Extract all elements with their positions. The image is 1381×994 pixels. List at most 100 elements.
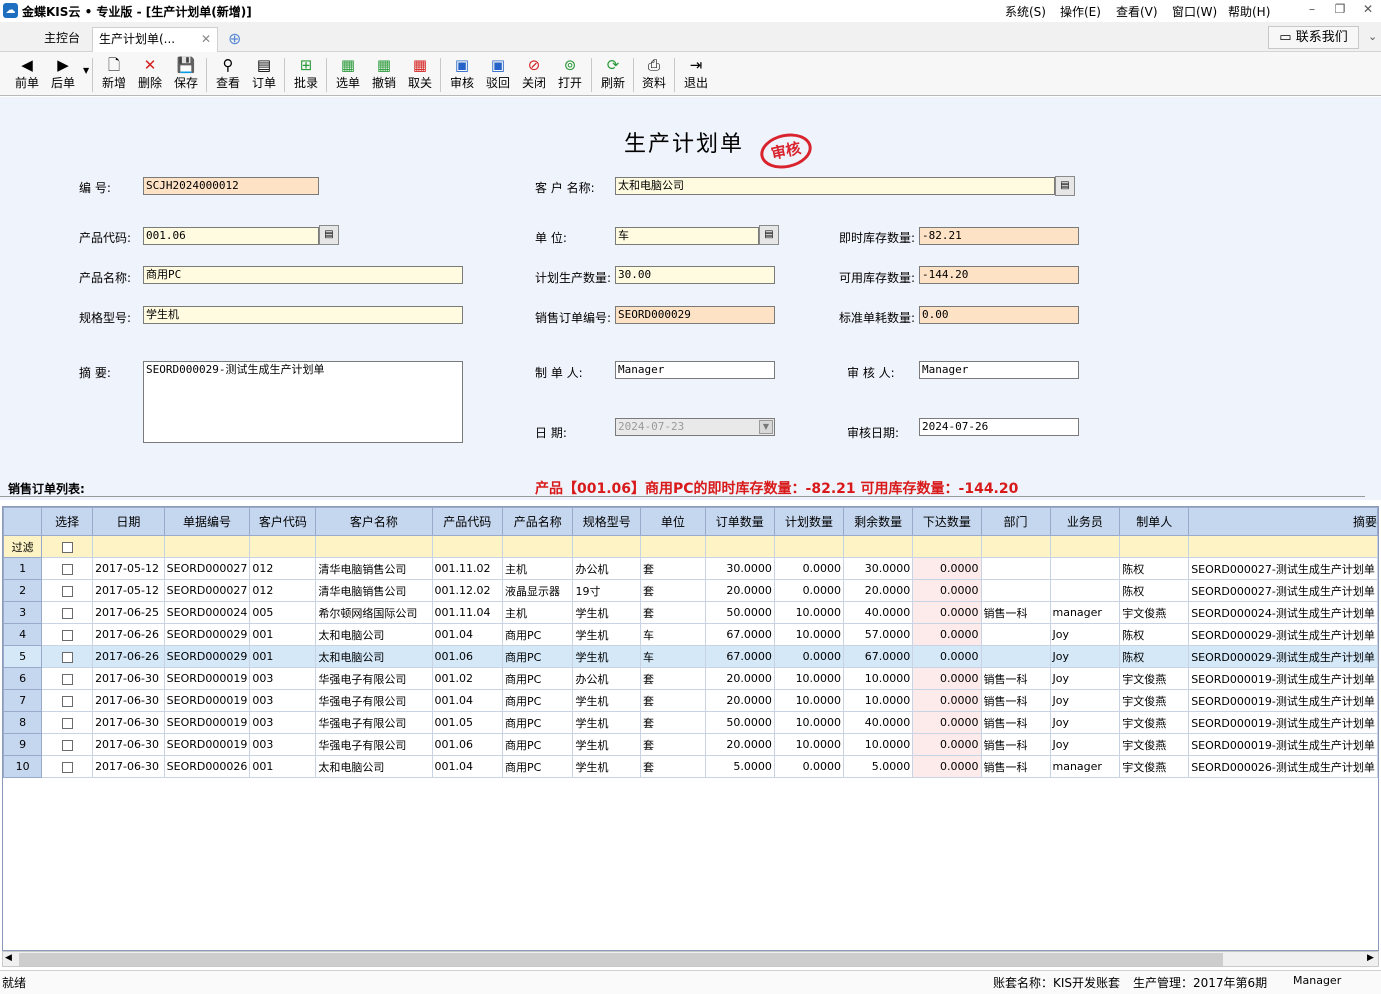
- select-cell[interactable]: [41, 711, 94, 734]
- cell-sales[interactable]: Joy: [1049, 623, 1121, 646]
- date-field[interactable]: 2024-07-23: [615, 418, 775, 436]
- cell-iq[interactable]: 0.0000: [912, 645, 982, 668]
- unit-field[interactable]: 车: [615, 227, 759, 245]
- cell-cc[interactable]: 012: [249, 579, 317, 602]
- table-row[interactable]: 6 2017-06-30 SEORD000019 003 华强电子有限公司 001.02 商…: [3, 667, 1378, 690]
- cell-spec[interactable]: 学生机: [572, 645, 642, 668]
- cell-cc[interactable]: 001: [249, 645, 317, 668]
- cell-pc[interactable]: 001.05: [431, 711, 504, 734]
- restore-icon[interactable]: ❐: [1331, 2, 1349, 16]
- cell-rq[interactable]: 10.0000: [843, 667, 914, 690]
- contact-us-button[interactable]: ▭ 联系我们: [1268, 26, 1359, 49]
- cell-memo[interactable]: SEORD000027-测试生成生产计划单: [1188, 557, 1378, 580]
- cell-cc[interactable]: 001: [249, 755, 317, 778]
- cell-sales[interactable]: Joy: [1049, 645, 1121, 668]
- cell-pn[interactable]: 商用PC: [502, 733, 574, 756]
- filter-cell[interactable]: [773, 535, 845, 558]
- cell-iq[interactable]: 0.0000: [912, 601, 982, 624]
- cell-date[interactable]: 2017-06-25: [92, 601, 165, 624]
- row-checkbox[interactable]: [61, 761, 73, 773]
- cell-iq[interactable]: 0.0000: [912, 755, 982, 778]
- cell-maker[interactable]: 宇文俊燕: [1119, 733, 1190, 756]
- cell-unit[interactable]: 套: [640, 557, 706, 580]
- close-doc-button[interactable]: ⊘ 关闭: [517, 54, 551, 94]
- cell-cust[interactable]: 太和电脑公司: [315, 645, 433, 668]
- minimize-icon[interactable]: –: [1303, 2, 1321, 16]
- row-number[interactable]: 7: [3, 689, 43, 712]
- cell-rq[interactable]: 30.0000: [843, 557, 914, 580]
- cell-oq[interactable]: 67.0000: [704, 645, 775, 668]
- new-tab-icon[interactable]: ⊕: [228, 29, 241, 48]
- cell-oq[interactable]: 67.0000: [704, 623, 775, 646]
- cell-rq[interactable]: 67.0000: [843, 645, 914, 668]
- cell-sales[interactable]: manager: [1049, 755, 1121, 778]
- cell-date[interactable]: 2017-05-12: [92, 579, 165, 602]
- table-row[interactable]: 7 2017-06-30 SEORD000019 003 华强电子有限公司 001.04 商…: [3, 689, 1378, 712]
- cell-pc[interactable]: 001.11.02: [431, 557, 504, 580]
- column-header[interactable]: 部门: [980, 507, 1051, 536]
- cell-spec[interactable]: 学生机: [572, 711, 642, 734]
- cell-iq[interactable]: 0.0000: [912, 711, 982, 734]
- column-header[interactable]: 下达数量: [912, 507, 982, 536]
- cell-cust[interactable]: 清华电脑销售公司: [315, 579, 433, 602]
- cell-unit[interactable]: 车: [640, 623, 706, 646]
- cell-oq[interactable]: 50.0000: [704, 601, 775, 624]
- cell-spec[interactable]: 19寸: [572, 579, 642, 602]
- cell-dept[interactable]: 销售一科: [980, 689, 1051, 712]
- cell-cust[interactable]: 华强电子有限公司: [315, 733, 433, 756]
- cell-spec[interactable]: 办公机: [572, 667, 642, 690]
- date-dropdown-icon[interactable]: ▼: [759, 420, 773, 434]
- cell-dept[interactable]: 销售一科: [980, 755, 1051, 778]
- cell-rq[interactable]: 20.0000: [843, 579, 914, 602]
- column-header[interactable]: 选择: [41, 507, 94, 536]
- scroll-right-icon[interactable]: ▶: [1367, 953, 1374, 963]
- cell-cust[interactable]: 太和电脑公司: [315, 623, 433, 646]
- row-number[interactable]: 3: [3, 601, 43, 624]
- column-header[interactable]: 产品代码: [431, 507, 504, 536]
- menu-help[interactable]: 帮助(H): [1228, 3, 1270, 20]
- cell-memo[interactable]: SEORD000019-测试生成生产计划单: [1188, 667, 1378, 690]
- cell-iq[interactable]: 0.0000: [912, 733, 982, 756]
- filter-cell[interactable]: [502, 535, 574, 558]
- row-number[interactable]: 4: [3, 623, 43, 646]
- select-all-checkbox[interactable]: [61, 541, 73, 553]
- table-row[interactable]: 10 2017-06-30 SEORD000026 001 太和电脑公司 001.04 商用…: [3, 755, 1378, 778]
- column-header[interactable]: 客户名称: [315, 507, 433, 536]
- batch-button[interactable]: ⊞ 批录: [289, 54, 323, 94]
- cell-pq[interactable]: 10.0000: [773, 711, 845, 734]
- menu-window[interactable]: 窗口(W): [1172, 3, 1217, 20]
- filter-cell[interactable]: [843, 535, 914, 558]
- unit-lookup-icon[interactable]: ▤: [759, 225, 779, 245]
- cell-spec[interactable]: 学生机: [572, 755, 642, 778]
- scrollbar-thumb[interactable]: [19, 953, 1223, 966]
- save-button[interactable]: 💾 保存: [169, 54, 203, 94]
- cell-oq[interactable]: 20.0000: [704, 667, 775, 690]
- cell-dept[interactable]: [980, 623, 1051, 646]
- select-cell[interactable]: [41, 755, 94, 778]
- cell-pn[interactable]: 商用PC: [502, 711, 574, 734]
- cell-maker[interactable]: 宇文俊燕: [1119, 689, 1190, 712]
- cell-sales[interactable]: [1049, 579, 1121, 602]
- cell-dept[interactable]: 销售一科: [980, 601, 1051, 624]
- cell-cust[interactable]: 华强电子有限公司: [315, 711, 433, 734]
- cell-unit[interactable]: 套: [640, 733, 706, 756]
- cell-pq[interactable]: 10.0000: [773, 667, 845, 690]
- next-dropdown-icon[interactable]: ▼: [83, 66, 89, 75]
- cell-unit[interactable]: 套: [640, 755, 706, 778]
- cell-oq[interactable]: 30.0000: [704, 557, 775, 580]
- select-cell[interactable]: [41, 689, 94, 712]
- filter-cell[interactable]: [41, 535, 94, 558]
- cell-iq[interactable]: 0.0000: [912, 579, 982, 602]
- cell-maker[interactable]: 宇文俊燕: [1119, 601, 1190, 624]
- product-code-lookup-icon[interactable]: ▤: [319, 225, 339, 245]
- cell-oq[interactable]: 20.0000: [704, 579, 775, 602]
- cell-iq[interactable]: 0.0000: [912, 623, 982, 646]
- cell-cust[interactable]: 希尔顿网络国际公司: [315, 601, 433, 624]
- cell-maker[interactable]: 陈权: [1119, 579, 1190, 602]
- cell-cust[interactable]: 华强电子有限公司: [315, 689, 433, 712]
- cell-date[interactable]: 2017-05-12: [92, 557, 165, 580]
- cell-memo[interactable]: SEORD000019-测试生成生产计划单: [1188, 711, 1378, 734]
- cell-maker[interactable]: 宇文俊燕: [1119, 711, 1190, 734]
- open-doc-button[interactable]: ⊚ 打开: [553, 54, 587, 94]
- cell-maker[interactable]: 陈权: [1119, 623, 1190, 646]
